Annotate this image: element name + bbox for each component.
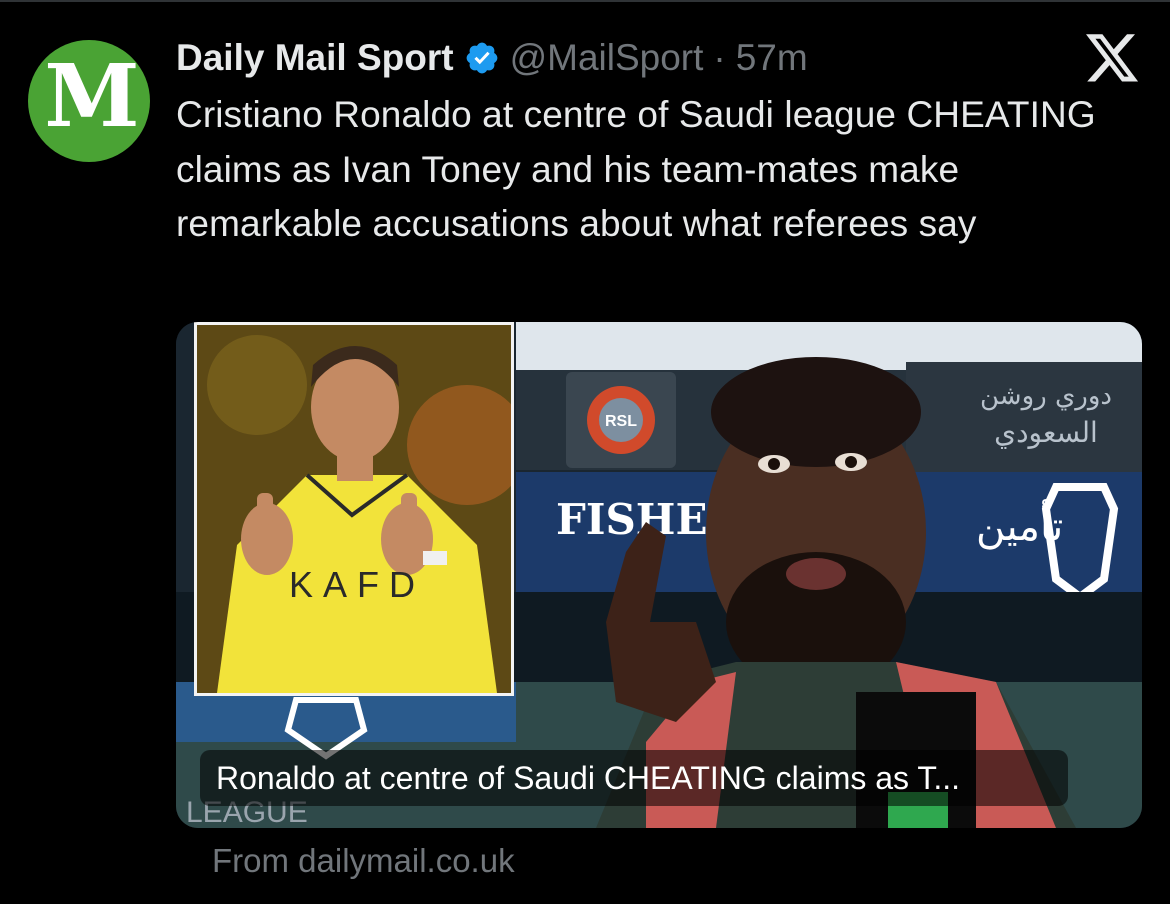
link-card[interactable]: RSL دوري روشن السعودي FISHER تأمين LEAGU… <box>176 322 1142 828</box>
avatar-logo: M <box>44 46 139 147</box>
inset-photo: KAFD <box>194 322 514 696</box>
tweet-header: Daily Mail Sport @MailSport · 57m <box>176 34 808 82</box>
card-title[interactable]: Ronaldo at centre of Saudi CHEATING clai… <box>200 750 1068 806</box>
display-name[interactable]: Daily Mail Sport <box>176 37 454 79</box>
handle[interactable]: @MailSport <box>510 37 704 79</box>
verified-badge-icon <box>466 42 497 74</box>
rsl-badge-text: RSL <box>605 413 637 430</box>
inset-image: KAFD <box>197 325 511 693</box>
separator-dot: · <box>713 37 726 78</box>
timestamp[interactable]: 57m <box>736 37 808 79</box>
x-logo-icon <box>1086 34 1139 82</box>
avatar[interactable]: M <box>28 40 150 162</box>
rsl-badge-icon: RSL <box>587 386 655 454</box>
board-arabic-1: دوري روشن <box>980 381 1112 411</box>
card-source[interactable]: From dailymail.co.uk <box>212 842 515 880</box>
shirt-sponsor: KAFD <box>289 564 425 605</box>
board-arabic-2: السعودي <box>994 416 1098 449</box>
tweet-text: Cristiano Ronaldo at centre of Saudi lea… <box>176 94 1096 244</box>
top-divider <box>0 0 1170 2</box>
